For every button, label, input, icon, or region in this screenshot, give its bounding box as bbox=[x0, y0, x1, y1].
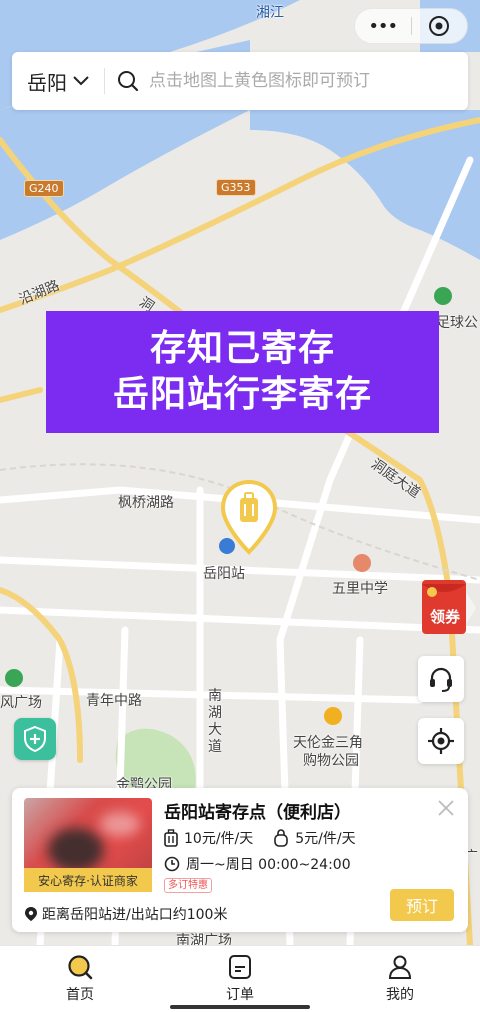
close-icon[interactable] bbox=[436, 798, 456, 818]
coupon-label: 领券 bbox=[429, 608, 460, 626]
tab-orders[interactable]: 订单 bbox=[160, 946, 320, 1012]
coupon-button[interactable]: 领券 bbox=[418, 578, 480, 636]
highway-shield-g240: G240 bbox=[24, 180, 64, 197]
highway-shield-g353: G353 bbox=[216, 179, 256, 196]
map-label-feng-square: 风广场 bbox=[0, 695, 42, 711]
map-label-wuli-school: 五里中学 bbox=[332, 581, 388, 597]
user-icon bbox=[388, 955, 412, 979]
search-icon bbox=[118, 71, 139, 92]
safety-shield-button[interactable] bbox=[14, 718, 56, 760]
search-input[interactable] bbox=[149, 71, 449, 91]
close-miniprogram-button[interactable] bbox=[411, 15, 467, 37]
book-button[interactable]: 预订 bbox=[390, 889, 454, 921]
search-field[interactable] bbox=[105, 70, 468, 92]
map-label-fengqiao-road: 枫桥湖路 bbox=[118, 495, 174, 511]
target-circle-icon bbox=[429, 16, 450, 36]
store-name: 岳阳站寄存点（便利店） bbox=[164, 803, 351, 823]
map-label-tianlun-park-2: 购物公园 bbox=[303, 753, 359, 769]
map-label-qingnian-road: 青年中路 bbox=[86, 693, 142, 709]
price-row: 10元/件/天 5元/件/天 bbox=[164, 828, 356, 848]
distance-row: 距离岳阳站进/出站口约100米 bbox=[24, 904, 227, 924]
home-indicator bbox=[170, 1005, 310, 1009]
map-label-football-park: 足球公 bbox=[436, 315, 478, 331]
shield-plus-icon bbox=[24, 726, 46, 752]
tab-profile[interactable]: 我的 bbox=[320, 946, 480, 1012]
promo-tag: 多订特惠 bbox=[164, 878, 212, 893]
tab-home[interactable]: 首页 bbox=[0, 946, 160, 1012]
city-name: 岳阳 bbox=[27, 70, 67, 95]
price-luggage: 10元/件/天 bbox=[184, 831, 254, 847]
headset-icon bbox=[430, 667, 452, 692]
more-menu-button[interactable]: ••• bbox=[355, 16, 411, 37]
map-label-xiangjiang: 湘江 bbox=[256, 5, 284, 21]
chevron-down-icon bbox=[73, 76, 89, 86]
map-label-nanhu-square: 南湖广场 bbox=[176, 933, 232, 945]
bag-icon bbox=[274, 829, 289, 847]
tab-orders-label: 订单 bbox=[226, 987, 254, 1003]
certified-merchant-badge: 安心寄存·认证商家 bbox=[24, 868, 152, 892]
banner-line-2: 岳阳站行李寄存 bbox=[112, 374, 372, 415]
locate-me-button[interactable] bbox=[418, 718, 464, 764]
banner-line-1: 存知己寄存 bbox=[149, 328, 335, 369]
opening-hours: 周一~周日 00:00~24:00 bbox=[186, 857, 351, 873]
location-pin-icon bbox=[25, 907, 37, 921]
map-label-nanhu-avenue: 南湖大道 bbox=[208, 688, 222, 755]
tab-home-label: 首页 bbox=[66, 987, 94, 1003]
hours-row: 周一~周日 00:00~24:00 bbox=[164, 854, 351, 874]
price-bag: 5元/件/天 bbox=[295, 831, 356, 847]
search-icon bbox=[68, 955, 93, 980]
map-label-station: 岳阳站 bbox=[203, 566, 245, 582]
distance-text: 距离岳阳站进/出站口约100米 bbox=[42, 907, 228, 923]
luggage-icon bbox=[164, 829, 178, 847]
city-selector[interactable]: 岳阳 bbox=[12, 67, 104, 96]
customer-service-button[interactable] bbox=[418, 656, 464, 702]
tab-bar: 首页 订单 我的 bbox=[0, 945, 480, 1012]
miniprogram-capsule: ••• bbox=[354, 8, 468, 44]
luggage-storage-marker-icon[interactable] bbox=[220, 480, 278, 556]
store-card[interactable]: 安心寄存·认证商家 岳阳站寄存点（便利店） 10元/件/天 5元/件/天 周一~… bbox=[12, 788, 468, 932]
tab-profile-label: 我的 bbox=[386, 987, 414, 1003]
locate-icon bbox=[428, 728, 454, 754]
search-bar: 岳阳 bbox=[12, 52, 468, 110]
clock-icon bbox=[164, 856, 180, 872]
map-label-tianlun-park-1: 天伦金三角 bbox=[293, 735, 363, 751]
order-icon bbox=[229, 955, 251, 979]
promo-banner: 存知己寄存 岳阳站行李寄存 bbox=[46, 311, 439, 433]
